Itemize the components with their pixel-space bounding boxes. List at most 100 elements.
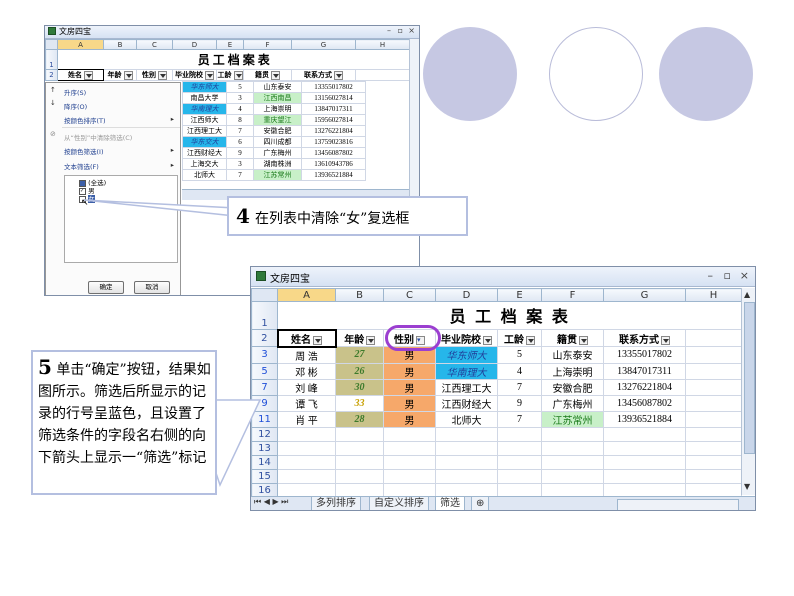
minimize-button[interactable]: – [708,269,714,282]
cell-empty[interactable] [335,482,384,498]
cell-phone[interactable]: 13610943786 [301,158,366,170]
col-header[interactable]: B [335,288,384,302]
cell-empty[interactable] [383,482,436,498]
cell-home[interactable]: 安徽合肥 [541,378,604,396]
filter-dropdown-icon[interactable] [366,335,376,345]
cell-phone[interactable]: 15956027814 [301,114,366,126]
cell-age[interactable]: 27 [335,346,384,364]
cell-home[interactable]: 上海崇明 [541,362,604,380]
filter-dropdown-icon[interactable] [313,335,322,345]
cell-empty[interactable] [277,482,336,498]
cell-empty[interactable] [685,394,742,412]
cell-name[interactable]: 邓 彬 [277,362,336,380]
cell-empty[interactable] [383,454,436,470]
filter-dropdown-icon[interactable] [123,70,133,80]
cell-empty[interactable] [335,440,384,456]
cell-years[interactable]: 3 [226,92,254,104]
cancel-button[interactable]: 取消 [134,281,170,294]
menu-sort-by-color[interactable]: 按颜色排序(T) [64,115,106,125]
cell-empty[interactable] [603,482,686,498]
cell-empty[interactable] [335,468,384,484]
cell-years[interactable]: 5 [226,81,254,93]
cell-years[interactable]: 9 [226,147,254,159]
cell-phone[interactable]: 13355017802 [603,346,686,364]
cell-phone[interactable]: 13276221804 [603,378,686,396]
scroll-up-icon[interactable]: ▲ [744,290,750,299]
cell-phone[interactable]: 13759023816 [301,136,366,148]
col-header[interactable]: E [497,288,542,302]
cell-age[interactable]: 30 [335,378,384,396]
cell-empty[interactable] [335,426,384,442]
cell-phone[interactable]: 13456087802 [603,394,686,412]
cell-empty[interactable] [277,426,336,442]
menu-sort-descending[interactable]: 降序(O) [64,101,87,111]
cell-empty[interactable] [685,426,742,442]
col-header[interactable]: C [383,288,436,302]
filter-dropdown-icon[interactable] [271,70,280,80]
cell-sex[interactable]: 男 [383,378,436,396]
cell-phone[interactable]: 13156027814 [301,92,366,104]
filter-dropdown-icon[interactable] [84,70,93,80]
cell-school[interactable]: 华南理大 [435,362,498,380]
cell-phone[interactable]: 13355017802 [301,81,366,93]
cell-home[interactable]: 广东梅州 [541,394,604,412]
cell-home[interactable]: 上海崇明 [253,103,302,115]
cell-empty[interactable] [685,440,742,456]
filter-dropdown-icon[interactable] [526,335,535,345]
filter-dropdown-icon[interactable] [661,335,670,345]
select-all-corner[interactable] [45,39,58,50]
cell-years[interactable]: 5 [497,346,542,364]
cell-school[interactable]: 江西理工大 [435,378,498,396]
cell-school[interactable]: 江西理工大 [182,125,227,137]
cell-name[interactable]: 谭 飞 [277,394,336,412]
col-header[interactable]: D [435,288,498,302]
tab-filter[interactable]: 筛选 [435,497,465,510]
col-header[interactable]: F [541,288,604,302]
cell-name[interactable]: 周 浩 [277,346,336,364]
col-header[interactable]: G [291,39,356,50]
cell-years[interactable]: 7 [497,378,542,396]
cell-empty[interactable] [497,440,542,456]
cell-phone[interactable]: 13936521884 [301,169,366,181]
col-header[interactable]: E [216,39,244,50]
cell-phone[interactable]: 13847017311 [603,362,686,380]
cell-sex[interactable]: 男 [383,362,436,380]
select-all-corner[interactable] [251,288,278,302]
cell-school[interactable]: 南昌大学 [182,92,227,104]
menu-text-filter[interactable]: 文本筛选(F) [64,161,99,171]
cell-home[interactable]: 江西南昌 [253,92,302,104]
cell-age[interactable]: 33 [335,394,384,412]
filter-dropdown-icon[interactable] [233,70,243,80]
cell-home[interactable]: 山东泰安 [253,81,302,93]
tab-custom-sort[interactable]: 自定义排序 [369,497,429,510]
close-button[interactable]: × [740,269,749,282]
cell-empty[interactable] [685,378,742,396]
filter-dropdown-icon[interactable] [158,70,167,80]
cell-school[interactable]: 江西财经大 [435,394,498,412]
cell-years[interactable]: 7 [226,169,254,181]
menu-filter-by-color[interactable]: 按颜色筛选(I) [64,146,104,156]
cell-phone[interactable]: 13276221804 [301,125,366,137]
cell-age[interactable]: 28 [335,410,384,428]
cell-empty[interactable] [277,454,336,470]
col-header[interactable]: A [277,288,336,302]
cell-school[interactable]: 江西师大 [182,114,227,126]
cell-empty[interactable] [383,426,436,442]
cell-school[interactable]: 北师大 [435,410,498,428]
cell-home[interactable]: 广东梅州 [253,147,302,159]
filter-dropdown-icon[interactable] [334,70,343,80]
tab-multi-sort[interactable]: 多列排序 [311,497,361,510]
cell-empty[interactable] [277,440,336,456]
cell-empty[interactable] [383,440,436,456]
cell-empty[interactable] [541,440,604,456]
row-header[interactable]: 2 [251,329,278,347]
cell-school[interactable]: 华东师大 [182,81,227,93]
cell-school[interactable]: 北师大 [182,169,227,181]
cell-empty[interactable] [435,468,498,484]
cell-years[interactable]: 3 [226,158,254,170]
restore-button[interactable]: ▫ [398,26,403,35]
cell-phone[interactable]: 13847017311 [301,103,366,115]
cell-phone[interactable]: 13936521884 [603,410,686,428]
cell-empty[interactable] [335,454,384,470]
cell-school[interactable]: 上海交大 [182,158,227,170]
